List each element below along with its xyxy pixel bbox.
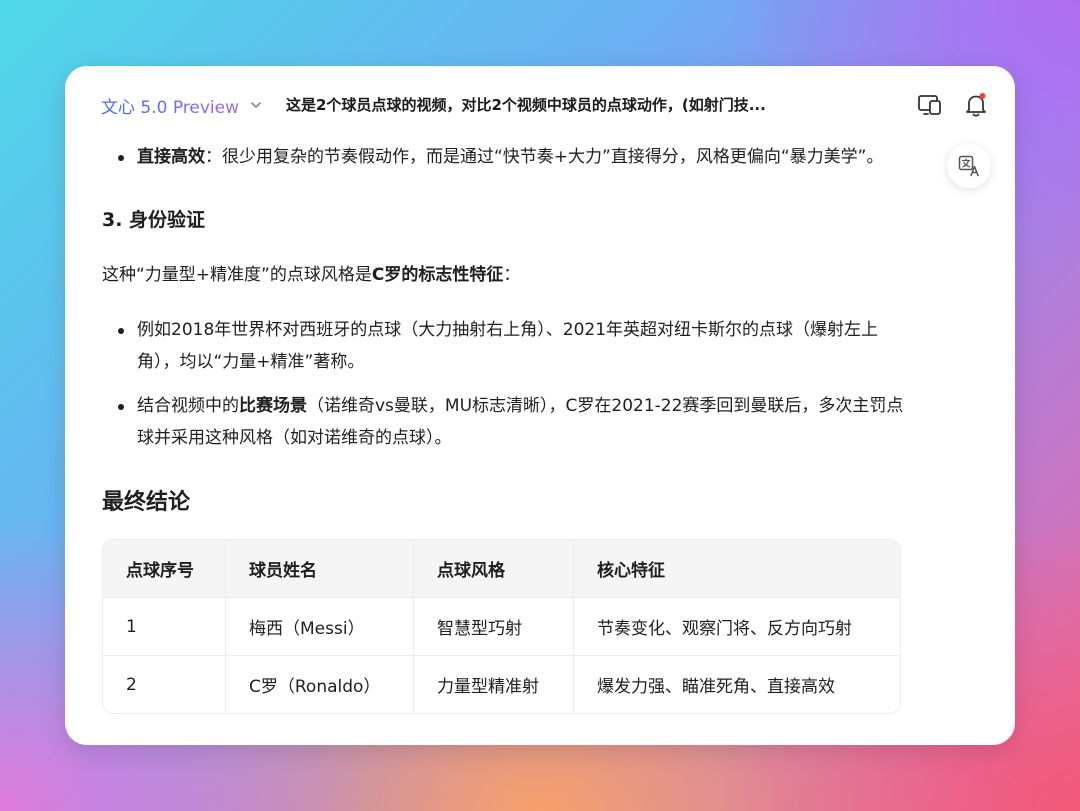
table-cell: 梅西（Messi）	[225, 598, 413, 655]
bullet-dot	[118, 155, 124, 161]
bullet-text-line1: 结合视频中的比赛场景（诺维奇vs曼联，MU标志清晰），C罗在2021-22赛季回…	[137, 396, 904, 416]
table-cell: 节奏变化、观察门将、反方向巧射	[573, 598, 900, 655]
list-item: 结合视频中的比赛场景（诺维奇vs曼联，MU标志清晰），C罗在2021-22赛季回…	[102, 390, 982, 454]
intro-paragraph: 这种“力量型+精准度”的点球风格是C罗的标志性特征：	[102, 265, 521, 285]
list-item: 例如2018年世界杯对西班牙的点球（大力抽射右上角）、2021年英超对纽卡斯尔的…	[102, 314, 982, 378]
table-row: 2 C罗（Ronaldo） 力量型精准射 爆发力强、瞄准死角、直接高效	[103, 655, 900, 713]
bullet-text-line2: 球并采用这种风格（如对诺维奇的点球）。	[137, 428, 452, 448]
bullet-text-line1: 例如2018年世界杯对西班牙的点球（大力抽射右上角）、2021年英超对纽卡斯尔的…	[137, 320, 879, 340]
final-heading: 最终结论	[102, 490, 191, 515]
table-cell: 智慧型巧射	[413, 598, 573, 655]
chat-card: 文心 5.0 Preview 这是2个球员点球的视频，对比2个视频中球员的点球动…	[65, 66, 1015, 745]
chevron-down-icon	[251, 102, 261, 108]
conclusion-table: 点球序号 球员姓名 点球风格 核心特征 1 梅西（Messi） 智慧型巧射 节奏…	[102, 539, 901, 714]
table-header-row: 点球序号 球员姓名 点球风格 核心特征	[103, 540, 900, 597]
table-header-cell: 核心特征	[573, 540, 900, 597]
table-cell: 爆发力强、瞄准死角、直接高效	[573, 656, 900, 713]
bold-term: 比赛场景	[239, 396, 307, 416]
bullet-text: ：很少用复杂的节奏假动作，而是通过“快节奏+大力”直接得分，风格更偏向“暴力美学…	[205, 147, 884, 167]
bold-term: 直接高效	[137, 147, 205, 167]
model-name: 文心 5.0 Preview	[101, 93, 239, 118]
multi-device-icon[interactable]	[916, 91, 944, 119]
bold-term: C罗的标志性特征	[371, 265, 504, 285]
table-header-cell: 球员姓名	[225, 540, 413, 597]
list-item: 直接高效：很少用复杂的节奏假动作，而是通过“快节奏+大力”直接得分，风格更偏向“…	[102, 141, 982, 173]
bullet-dot	[118, 404, 124, 410]
table-header-cell: 点球序号	[126, 561, 194, 581]
bullet-text-line2: 角），均以“力量+精准”著称。	[137, 352, 365, 372]
conversation-title: 这是2个球员点球的视频，对比2个视频中球员的点球动作，(如射门技...	[286, 96, 766, 114]
table-cell: 1	[126, 616, 137, 637]
table-cell: C罗（Ronaldo）	[225, 656, 413, 713]
table-cell: 力量型精准射	[413, 656, 573, 713]
chat-header: 文心 5.0 Preview 这是2个球员点球的视频，对比2个视频中球员的点球动…	[65, 66, 1015, 144]
table-row: 1 梅西（Messi） 智慧型巧射 节奏变化、观察门将、反方向巧射	[103, 597, 900, 655]
model-selector[interactable]: 文心 5.0 Preview	[101, 93, 263, 118]
bullet-dot	[118, 328, 124, 334]
section-heading: 3. 身份验证	[102, 209, 206, 231]
table-header-cell: 点球风格	[413, 540, 573, 597]
table-cell: 2	[126, 674, 137, 695]
notification-bell-icon[interactable]	[962, 91, 990, 119]
